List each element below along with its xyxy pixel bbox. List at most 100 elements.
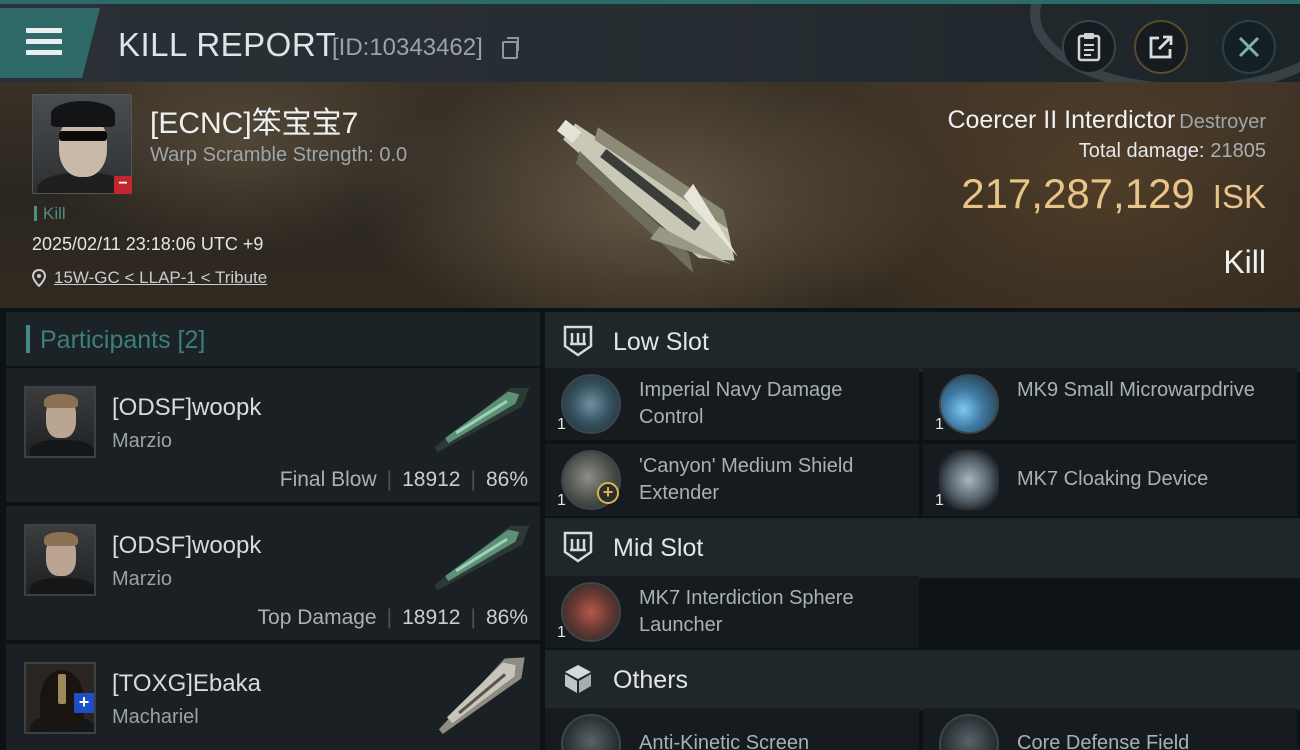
participant-percent: 86% — [485, 468, 528, 491]
module-quantity: 1 — [557, 624, 566, 641]
participant-percent: 86% — [485, 606, 528, 629]
destroyed-marker-icon — [885, 596, 907, 627]
page-title: KILL REPORT — [118, 26, 337, 63]
participant-row[interactable]: + [TOXG]Ebaka Machariel — [6, 644, 540, 750]
damage-control-icon — [561, 374, 621, 434]
module-quantity: 1 — [935, 416, 944, 433]
interdiction-launcher-icon — [561, 582, 621, 642]
participant-damage: 18912 — [402, 468, 461, 491]
destroyed-marker-icon — [885, 464, 907, 495]
destroyed-marker-icon — [885, 730, 907, 750]
participant-avatar[interactable] — [24, 386, 96, 458]
kill-tag: Kill — [34, 204, 66, 224]
module-slot[interactable]: Core Defense Field — [923, 708, 1297, 750]
microwarpdrive-icon — [939, 374, 999, 434]
participants-panel: Participants [2] [ODSF]woopk Marzio Fina… — [6, 312, 540, 750]
participant-ship: Marzio — [112, 430, 173, 452]
participant-role: Final Blow — [279, 468, 377, 491]
module-name: Anti-Kinetic Screen — [639, 732, 810, 750]
kill-location[interactable]: 15W-GC < LLAP-1 < Tribute — [32, 268, 267, 288]
participants-header: Participants [2] — [6, 312, 540, 366]
participant-row[interactable]: [ODSF]woopk Marzio Top Damage | 18912 | 86% — [6, 506, 540, 640]
participant-stats: Final Blow | 18912 | 86% — [279, 468, 528, 491]
destroyed-marker-icon — [1263, 730, 1285, 750]
isk-amount: 217,287,129 — [961, 170, 1195, 217]
anti-kinetic-screen-icon — [561, 714, 621, 750]
cube-icon — [565, 665, 591, 693]
others-header: Others — [545, 650, 1300, 710]
module-name: 'Canyon' Medium Shield Extender — [639, 455, 854, 504]
participant-name: [ODSF]woopk — [112, 394, 262, 421]
report-id: [ID:10343462] — [332, 34, 483, 61]
destroyed-marker-icon — [1263, 388, 1285, 419]
destroyed-marker-icon — [885, 388, 907, 419]
participant-ship-image — [434, 387, 530, 453]
mid-slot-icon — [563, 531, 593, 563]
report-result: Kill — [1223, 244, 1266, 280]
participant-damage: 18912 — [402, 606, 461, 629]
module-slot[interactable]: 1 MK7 Interdiction Sphere Launcher — [545, 576, 919, 648]
isk-value: 217,287,129 ISK — [961, 170, 1266, 218]
destroyed-marker-icon — [1263, 464, 1285, 495]
warp-scramble-strength: Warp Scramble Strength: 0.0 — [150, 144, 408, 166]
location-link[interactable]: 15W-GC < LLAP-1 < Tribute — [54, 268, 267, 288]
export-button[interactable] — [1134, 20, 1188, 74]
module-quantity: 1 — [557, 416, 566, 433]
participant-name: [TOXG]Ebaka — [112, 670, 261, 697]
mid-slot-header: Mid Slot — [545, 518, 1300, 578]
core-defense-field-icon — [939, 714, 999, 750]
others-title: Others — [613, 666, 689, 694]
module-name: MK7 Cloaking Device — [1017, 468, 1209, 490]
ship-type: Coercer II Interdictor — [947, 106, 1176, 134]
copy-icon[interactable] — [502, 37, 519, 59]
module-slot[interactable]: 1 MK9 Small Microwarpdrive — [923, 368, 1297, 440]
fitting-panel: Low Slot 1 Imperial Navy Damage Control … — [545, 312, 1300, 750]
low-slot-title: Low Slot — [613, 328, 709, 356]
kill-datetime: 2025/02/11 23:18:06 UTC +9 — [32, 234, 264, 254]
victim-ship-image — [557, 119, 738, 273]
participant-ship-image — [434, 525, 530, 591]
module-quantity: 1 — [935, 492, 944, 509]
cloaking-device-icon — [939, 450, 999, 510]
victim-ship-name: Coercer II Interdictor Destroyer — [947, 106, 1266, 135]
module-name: MK9 Small Microwarpdrive — [1017, 379, 1255, 401]
mid-slot-title: Mid Slot — [613, 534, 704, 562]
module-slot[interactable]: + 1 'Canyon' Medium Shield Extender — [545, 444, 919, 516]
low-slot-header: Low Slot — [545, 312, 1300, 372]
victim-name: [ECNC]笨宝宝7 — [150, 107, 359, 140]
low-slot-icon — [563, 325, 593, 357]
close-button[interactable] — [1222, 20, 1276, 74]
plus-icon: + — [597, 482, 619, 504]
participant-role: Top Damage — [257, 606, 377, 629]
export-icon — [1149, 35, 1173, 59]
participant-name: [ODSF]woopk — [112, 532, 262, 559]
module-slot[interactable]: 1 MK7 Cloaking Device — [923, 444, 1297, 516]
total-damage-value: 21805 — [1210, 140, 1266, 162]
participant-ship: Marzio — [112, 568, 173, 590]
corp-standing-badge: − — [114, 176, 132, 194]
participant-ship: Machariel — [112, 706, 199, 728]
module-quantity: 1 — [557, 492, 566, 509]
module-slot[interactable]: 1 Imperial Navy Damage Control — [545, 368, 919, 440]
total-damage: Total damage: 21805 — [1079, 140, 1266, 163]
ship-class: Destroyer — [1179, 111, 1266, 133]
module-slot[interactable]: Anti-Kinetic Screen — [545, 708, 919, 750]
header-bar: KILL REPORT [ID:10343462] — [0, 0, 1300, 86]
total-damage-label: Total damage: — [1078, 140, 1205, 162]
module-name: MK7 Interdiction Sphere Launcher — [639, 587, 854, 636]
participants-title: Participants [2] — [40, 326, 206, 354]
corp-standing-badge: + — [74, 693, 94, 713]
close-icon — [1238, 36, 1260, 58]
menu-button[interactable] — [0, 8, 100, 78]
participant-row[interactable]: [ODSF]woopk Marzio Final Blow | 18912 | 86% — [6, 368, 540, 502]
participant-avatar[interactable] — [24, 524, 96, 596]
clipboard-button[interactable] — [1062, 20, 1116, 74]
module-name: Core Defense Field — [1017, 732, 1190, 750]
clipboard-icon — [1077, 33, 1101, 62]
location-pin-icon — [32, 269, 46, 287]
module-name: Imperial Navy Damage Control — [639, 379, 843, 428]
participant-stats: Top Damage | 18912 | 86% — [257, 606, 528, 629]
participant-ship-image — [438, 657, 525, 734]
victim-summary: − [ECNC]笨宝宝7 Warp Scramble Strength: 0.0… — [0, 82, 1300, 308]
isk-unit: ISK — [1212, 178, 1266, 215]
